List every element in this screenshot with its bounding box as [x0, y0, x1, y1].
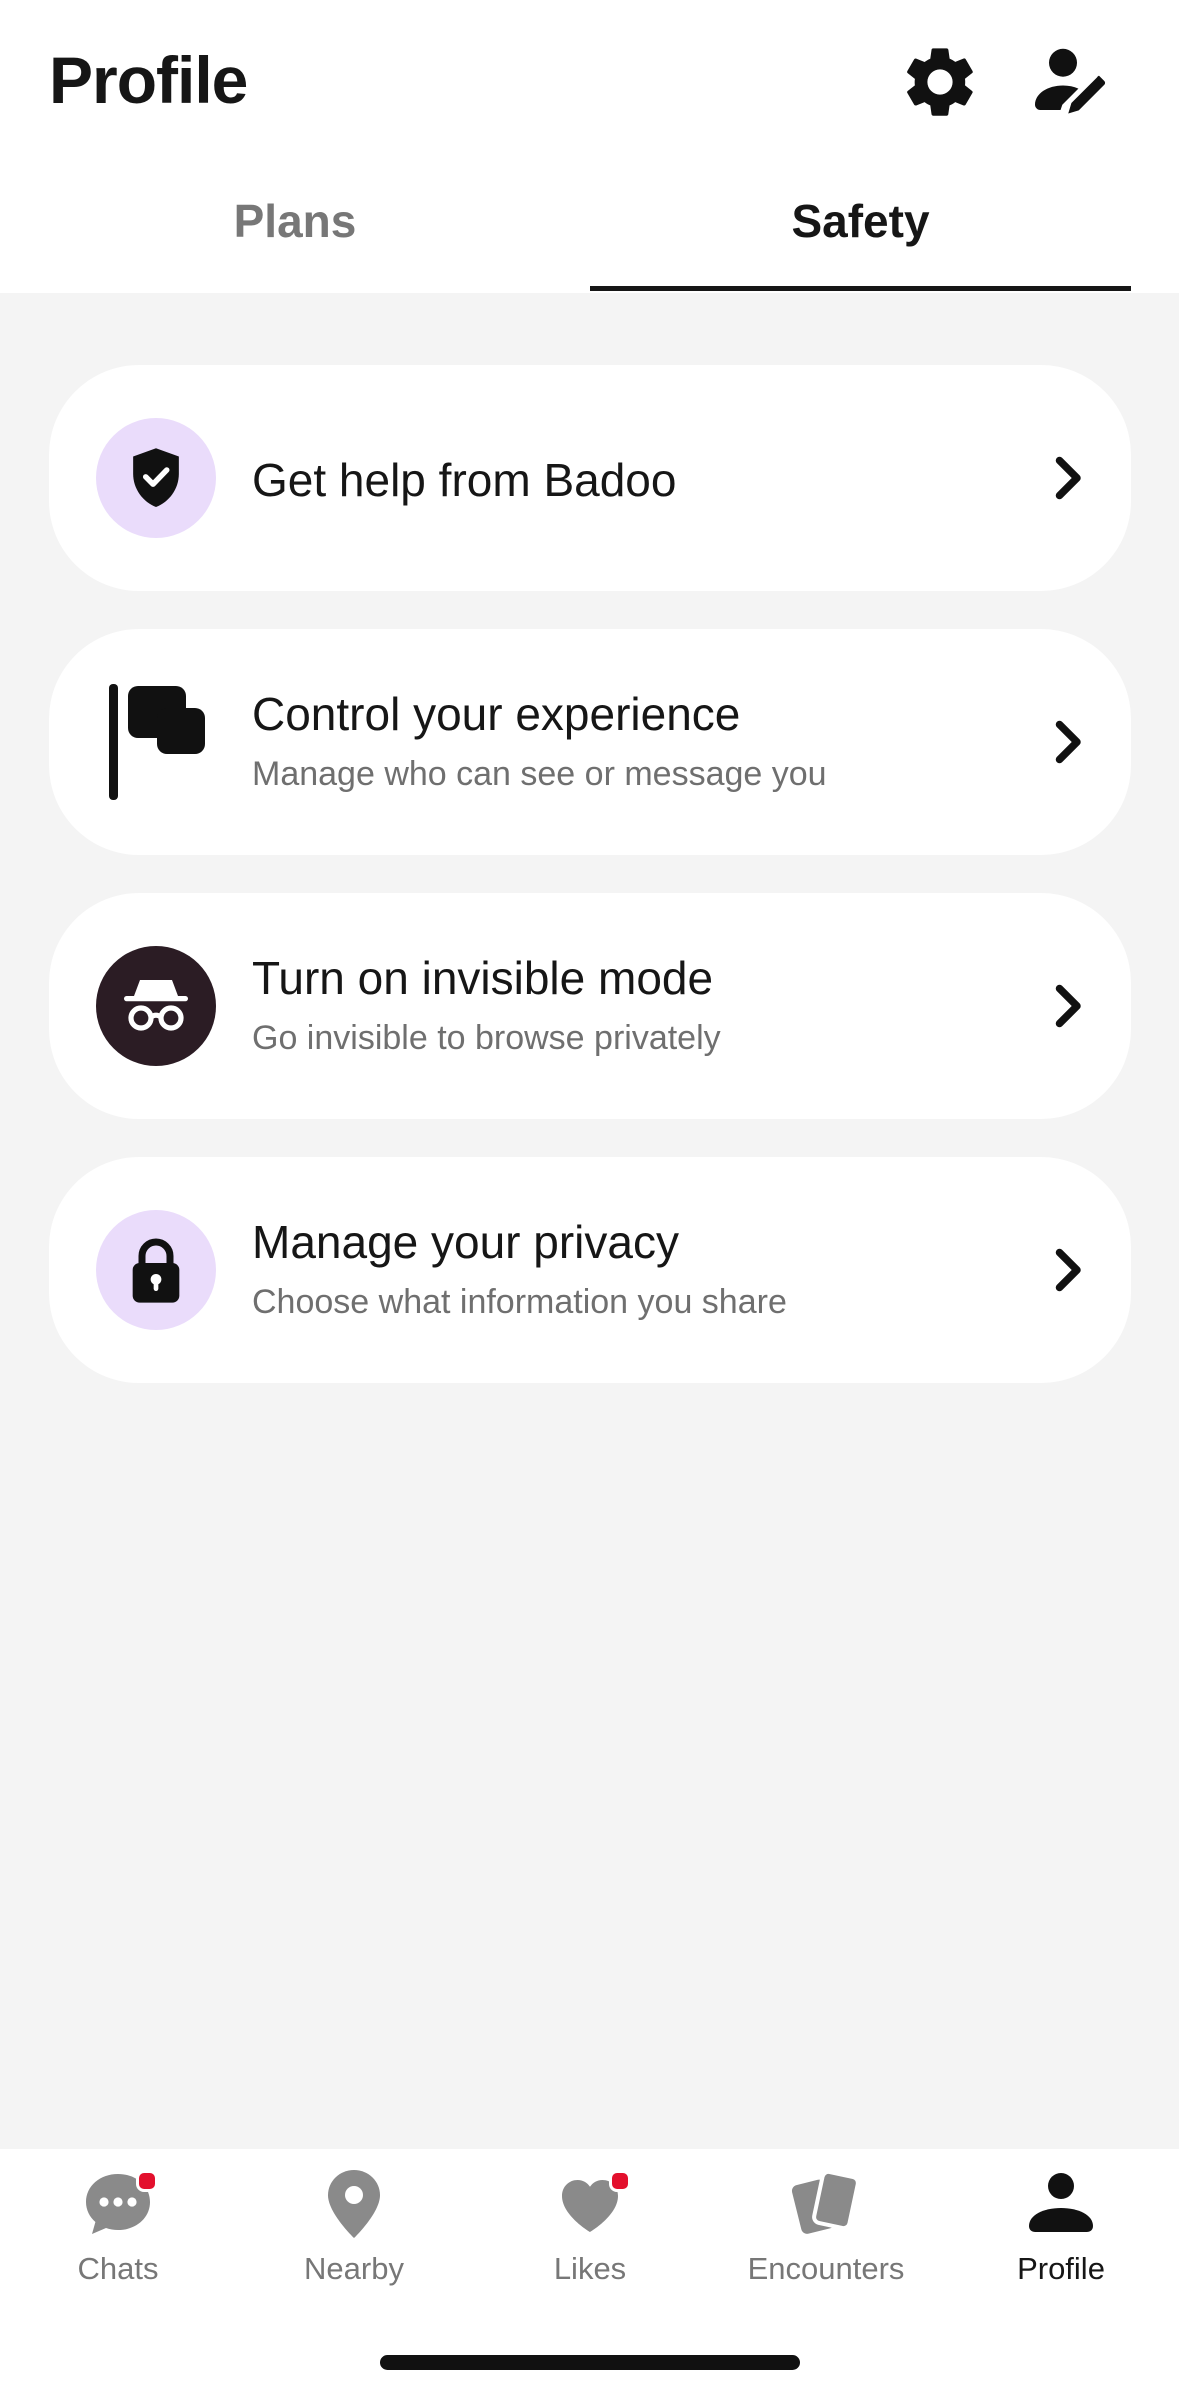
tab-safety[interactable]: Safety — [590, 170, 1131, 293]
header: Profile Plans Safety — [0, 0, 1179, 293]
incognito-icon — [96, 946, 216, 1066]
get-help-card[interactable]: Get help from Badoo — [49, 365, 1131, 591]
nav-label: Likes — [553, 2251, 627, 2286]
chevron-right-icon — [1037, 976, 1097, 1036]
nav-item-chats[interactable]: Chats — [0, 2149, 236, 2309]
card-subtitle: Manage who can see or message you — [252, 755, 827, 793]
card-title: Turn on invisible mode — [252, 952, 714, 1004]
card-title: Control your experience — [252, 688, 741, 740]
nav-item-nearby[interactable]: Nearby — [236, 2149, 472, 2309]
nav-label: Encounters — [747, 2251, 905, 2286]
person-icon — [1021, 2164, 1101, 2244]
chevron-right-icon — [1037, 1240, 1097, 1300]
notification-badge — [136, 2170, 158, 2192]
manage-privacy-card[interactable]: Manage your privacy Choose what informat… — [49, 1157, 1131, 1383]
card-title: Get help from Badoo — [252, 454, 677, 506]
nav-label: Profile — [1017, 2251, 1105, 2286]
tab-bar: Plans Safety — [0, 170, 1179, 293]
chevron-right-icon — [1037, 448, 1097, 508]
nav-item-profile[interactable]: Profile — [943, 2149, 1179, 2309]
location-pin-icon — [314, 2164, 394, 2244]
control-experience-card[interactable]: Control your experience Manage who can s… — [49, 629, 1131, 855]
nav-item-likes[interactable]: Likes — [472, 2149, 708, 2309]
flag-icon — [96, 682, 216, 802]
page-title: Profile — [49, 43, 248, 117]
nav-item-encounters[interactable]: Encounters — [708, 2149, 944, 2309]
card-subtitle: Choose what information you share — [252, 1283, 787, 1321]
chevron-right-icon — [1037, 712, 1097, 772]
gear-icon[interactable] — [898, 40, 982, 124]
invisible-mode-card[interactable]: Turn on invisible mode Go invisible to b… — [49, 893, 1131, 1119]
cards-icon — [786, 2164, 866, 2244]
nav-label: Chats — [77, 2251, 159, 2286]
notification-badge — [609, 2170, 631, 2192]
home-indicator — [380, 2355, 800, 2370]
person-edit-icon[interactable] — [1028, 40, 1112, 124]
nav-label: Nearby — [304, 2251, 404, 2286]
lock-icon — [96, 1210, 216, 1330]
tab-plans[interactable]: Plans — [0, 170, 590, 293]
card-title: Manage your privacy — [252, 1216, 679, 1268]
active-tab-indicator — [590, 286, 1131, 291]
shield-check-icon — [96, 418, 216, 538]
card-subtitle: Go invisible to browse privately — [252, 1019, 721, 1057]
